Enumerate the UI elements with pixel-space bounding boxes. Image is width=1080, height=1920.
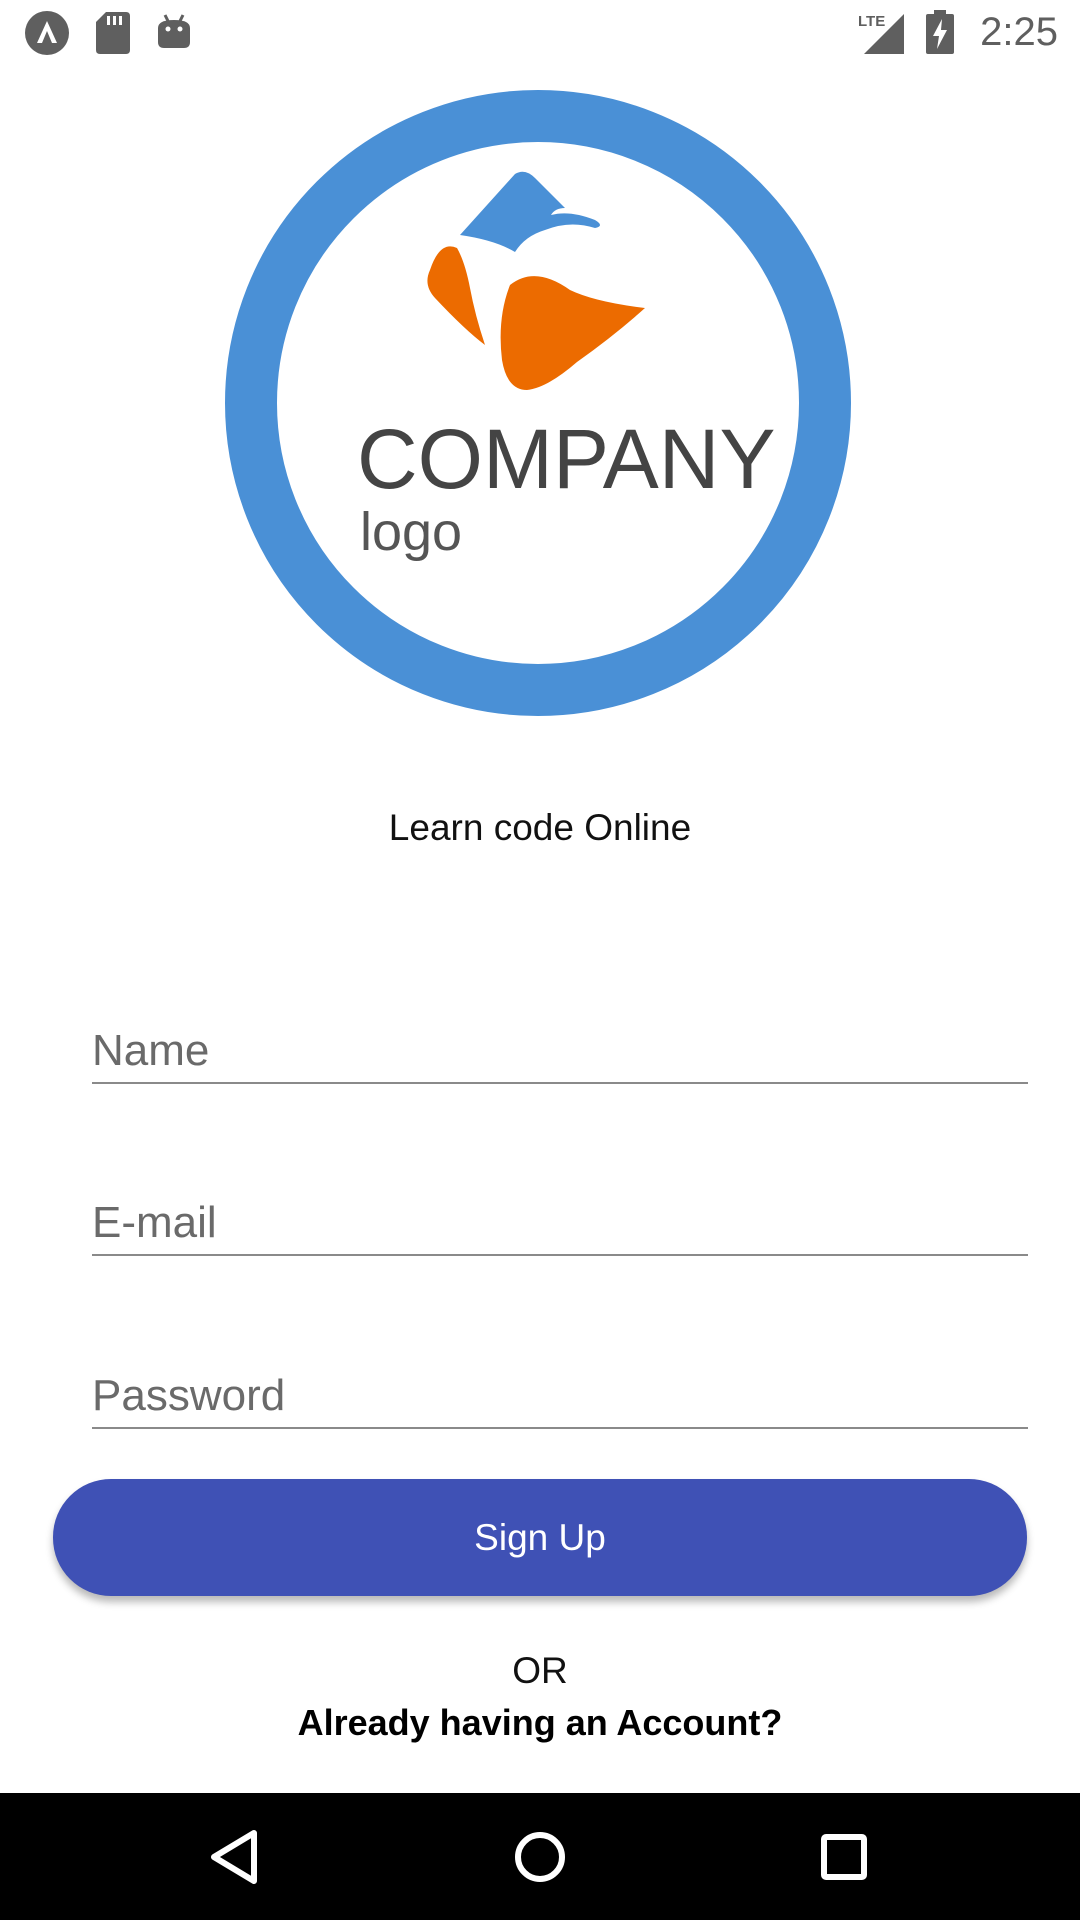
password-input[interactable] [92, 1365, 1028, 1427]
logo-sub-text: logo [360, 502, 462, 562]
system-status: LTE 2:25 [858, 8, 1058, 56]
status-time: 2:25 [980, 10, 1058, 54]
back-icon[interactable] [194, 1815, 278, 1899]
email-input[interactable] [92, 1192, 1028, 1254]
logo-company-text: COMPANY [357, 412, 775, 506]
password-field [92, 1357, 1028, 1429]
signup-button[interactable]: Sign Up [53, 1479, 1027, 1596]
sd-card-icon [96, 12, 130, 54]
android-debug-icon [158, 14, 190, 48]
name-input[interactable] [92, 1020, 1028, 1082]
status-bar: LTE 2:25 [0, 0, 1080, 63]
recents-icon[interactable] [802, 1815, 886, 1899]
battery-charging-icon [926, 10, 954, 54]
signup-screen: LTE 2:25 COMPANY logo Learn code Online … [0, 0, 1080, 1920]
login-link[interactable]: Already having an Account? [0, 1702, 1080, 1744]
app-icon [25, 11, 69, 55]
email-field [92, 1184, 1028, 1256]
signal-icon: LTE [858, 13, 904, 54]
name-field [92, 1012, 1028, 1084]
or-text: OR [512, 1650, 568, 1691]
tagline: Learn code Online [388, 807, 692, 848]
navigation-bar [0, 1793, 1080, 1920]
company-logo: COMPANY logo [225, 90, 851, 716]
home-icon[interactable] [498, 1815, 582, 1899]
svg-text:LTE: LTE [858, 13, 885, 30]
